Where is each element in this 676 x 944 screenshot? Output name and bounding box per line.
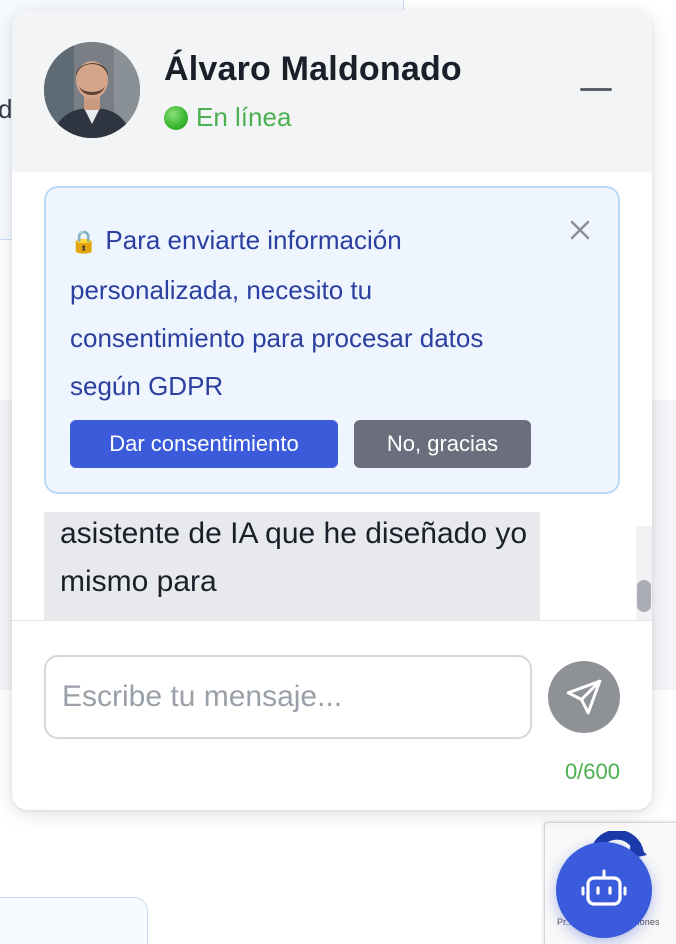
character-counter: 0/600 (564, 759, 620, 784)
decline-consent-button[interactable]: No, gracias (354, 420, 531, 468)
background-text-fragment: d (0, 94, 13, 124)
send-icon (566, 679, 602, 715)
scrollbar-thumb[interactable] (637, 580, 651, 612)
chat-widget: Álvaro Maldonado En línea asistente de I… (12, 10, 652, 810)
status-indicator: En línea (164, 102, 291, 133)
chat-input-area: 0/600 (12, 620, 652, 810)
chat-header: Álvaro Maldonado En línea (12, 10, 652, 172)
message-input[interactable] (44, 655, 532, 739)
background-card-bottom (0, 897, 148, 944)
gdpr-close-button[interactable] (562, 212, 598, 248)
minimize-button[interactable] (576, 72, 616, 108)
online-dot-icon (164, 105, 188, 130)
page: d Pr...acidad - Condiciones (0, 0, 676, 944)
send-button[interactable] (548, 661, 620, 733)
lock-icon: 🔒 (70, 229, 98, 254)
avatar-photo-icon (44, 42, 140, 138)
agent-name: Álvaro Maldonado (164, 50, 462, 88)
agent-message-bubble: asistente de IA que he diseñado yo mismo… (44, 512, 540, 620)
give-consent-button[interactable]: Dar consentimiento (70, 420, 338, 468)
close-icon (570, 220, 590, 240)
status-text: En línea (196, 102, 292, 132)
gdpr-message-text: Para enviarte información personalizada,… (70, 225, 484, 401)
minimize-icon (580, 88, 612, 91)
gdpr-consent-card: 🔒 Para enviarte información personalizada… (44, 186, 620, 494)
message-text: asistente de IA que he diseñado yo mismo… (60, 517, 528, 598)
gdpr-message: 🔒 Para enviarte información personalizada… (70, 216, 550, 410)
chat-launcher-button[interactable] (556, 842, 652, 938)
chat-messages: asistente de IA que he diseñado yo mismo… (12, 172, 652, 620)
avatar (44, 42, 140, 138)
robot-icon (581, 869, 627, 906)
